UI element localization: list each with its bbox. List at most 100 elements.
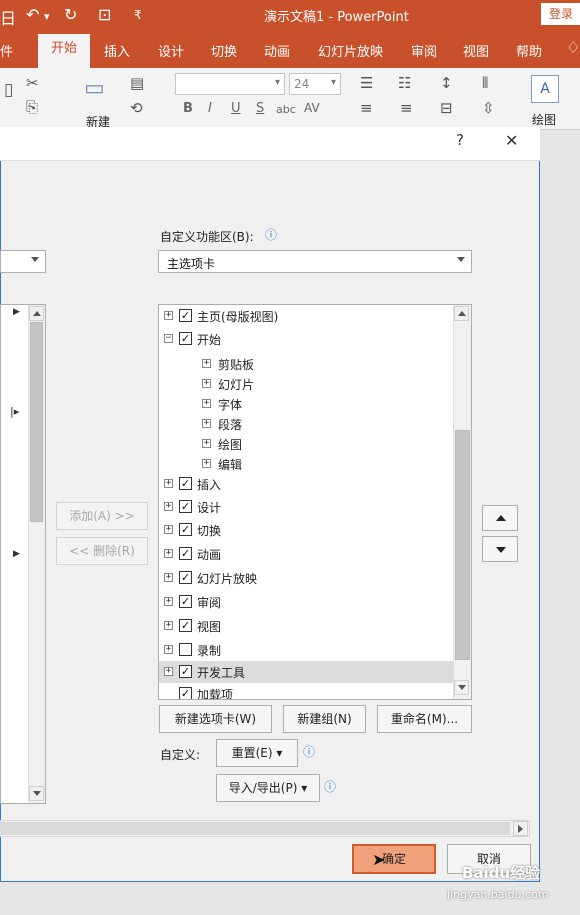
expand-icon[interactable]: + <box>202 359 211 368</box>
paste-icon[interactable]: ▯ <box>4 80 13 100</box>
tab-file[interactable]: 件 <box>0 41 13 60</box>
expand-icon[interactable]: + <box>164 597 173 606</box>
align-text-icon[interactable]: ⇳ <box>482 99 495 117</box>
reset-slide-icon[interactable]: ⟲ <box>130 99 143 117</box>
numbering-icon[interactable]: ☷ <box>398 74 411 92</box>
tree-item[interactable]: + 段落 <box>159 413 453 435</box>
char-spacing-button[interactable]: AV <box>304 101 320 115</box>
present-from-start-icon[interactable]: ⊡ <box>98 5 111 24</box>
move-down-button[interactable] <box>482 536 518 562</box>
columns-icon[interactable]: ⊟ <box>440 99 453 117</box>
add-button[interactable]: 添加(A) >> <box>56 502 148 530</box>
drawing-icon[interactable]: A <box>531 75 559 103</box>
collapse-icon[interactable]: − <box>164 334 173 343</box>
reset-info-icon[interactable]: ⓘ <box>303 743 315 760</box>
expand-icon[interactable]: + <box>164 525 173 534</box>
tab-animations[interactable]: 动画 <box>264 41 290 60</box>
underline-button[interactable]: U <box>231 101 241 116</box>
rename-button[interactable]: 重命名(M)... <box>377 705 472 733</box>
expand-icon[interactable]: + <box>164 621 173 630</box>
commands-scroll-thumb[interactable] <box>30 322 43 522</box>
tree-item[interactable]: + ✓ 主页(母版视图) <box>159 305 453 327</box>
tree-item-checkbox[interactable]: ✓ <box>179 571 192 584</box>
align-center-icon[interactable]: ≡ <box>400 99 413 117</box>
tree-item[interactable]: + ✓ 插入 <box>159 473 453 495</box>
font-name-box[interactable]: ▾ <box>175 73 285 95</box>
ok-button[interactable]: 确定 <box>352 844 436 874</box>
tab-help[interactable]: 帮助 <box>516 41 542 60</box>
tree-scroll-down-button[interactable] <box>454 680 469 695</box>
reset-button[interactable]: 重置(E) ▾ <box>216 739 298 767</box>
new-slide-icon[interactable]: ▭ <box>84 76 105 101</box>
expand-icon[interactable]: + <box>202 419 211 428</box>
tree-item-checkbox[interactable]: ✓ <box>179 619 192 632</box>
bullets-icon[interactable]: ☰ <box>360 74 373 92</box>
new-group-button[interactable]: 新建组(N) <box>283 705 366 733</box>
tree-item[interactable]: + 编辑 <box>159 453 453 475</box>
list-expand-arrow-icon[interactable]: ▶ <box>13 307 20 317</box>
tree-item[interactable]: + 幻灯片 <box>159 373 453 395</box>
tab-insert[interactable]: 插入 <box>104 41 130 60</box>
help-icon[interactable]: ? <box>456 131 464 149</box>
tree-item-checkbox[interactable]: ✓ <box>179 500 192 513</box>
login-button[interactable]: 登录 <box>541 3 580 25</box>
ribbon-tabs-dropdown[interactable]: 主选项卡 <box>158 250 472 273</box>
tree-item-checkbox[interactable]: ✓ <box>179 665 192 678</box>
tree-item[interactable]: + ✓ 设计 <box>159 496 453 518</box>
layout-icon[interactable]: ▤ <box>130 74 144 92</box>
import-export-info-icon[interactable]: ⓘ <box>324 778 336 795</box>
expand-icon[interactable]: + <box>202 379 211 388</box>
expand-icon[interactable]: + <box>202 459 211 468</box>
lightbulb-icon[interactable]: ♢ <box>566 38 580 57</box>
strikethrough-button[interactable]: abc <box>276 103 296 116</box>
expand-icon[interactable]: + <box>164 573 173 582</box>
move-up-button[interactable] <box>482 505 518 531</box>
new-tab-button[interactable]: 新建选项卡(W) <box>159 705 272 733</box>
expand-icon[interactable]: + <box>164 502 173 511</box>
expand-icon[interactable]: + <box>164 479 173 488</box>
tree-item[interactable]: + ✓ 审阅 <box>159 591 453 613</box>
scroll-right-button[interactable] <box>513 821 528 836</box>
tree-item[interactable]: + ✓ 幻灯片放映 <box>159 567 453 589</box>
tree-item-checkbox[interactable] <box>179 643 192 656</box>
tree-item[interactable]: + 剪贴板 <box>159 353 453 375</box>
copy-icon[interactable]: ⎘ <box>26 98 38 116</box>
tab-home[interactable]: 开始 <box>38 34 90 68</box>
list-submenu-arrow-icon[interactable]: ▶ <box>13 549 20 559</box>
italic-button[interactable]: I <box>208 101 212 116</box>
tab-slideshow[interactable]: 幻灯片放映 <box>318 41 383 60</box>
cut-icon[interactable]: ✂ <box>26 74 39 92</box>
commands-from-dropdown[interactable] <box>0 250 46 273</box>
tree-scroll-thumb[interactable] <box>455 430 470 660</box>
commands-scroll-down-button[interactable] <box>29 786 44 801</box>
tree-item[interactable]: + ✓ 切换 <box>159 519 453 541</box>
tree-item-checkbox[interactable]: ✓ <box>179 477 192 490</box>
remove-button[interactable]: << 删除(R) <box>56 537 148 565</box>
tab-design[interactable]: 设计 <box>158 41 184 60</box>
close-icon[interactable]: ✕ <box>505 131 518 150</box>
tree-item-checkbox[interactable]: ✓ <box>179 523 192 536</box>
line-spacing-icon[interactable]: ↕ <box>440 74 453 92</box>
font-size-box[interactable]: 24 ▾ <box>289 73 341 95</box>
undo-icon[interactable]: ↶ <box>26 5 39 24</box>
tree-item-checkbox[interactable]: ✓ <box>179 687 192 699</box>
tree-item[interactable]: + 绘图 <box>159 433 453 455</box>
expand-icon[interactable]: + <box>164 645 173 654</box>
tree-item[interactable]: ✓ 加载项 <box>159 683 453 699</box>
tree-item-checkbox[interactable]: ✓ <box>179 309 192 322</box>
horizontal-scroll-thumb[interactable] <box>0 822 510 835</box>
import-export-button[interactable]: 导入/导出(P) ▾ <box>216 774 320 802</box>
tree-item-checkbox[interactable]: ✓ <box>179 332 192 345</box>
tree-item[interactable]: + 录制 <box>159 639 453 661</box>
tab-transitions[interactable]: 切换 <box>211 41 237 60</box>
drawing-label[interactable]: 绘图 <box>532 111 556 128</box>
customize-qat-icon[interactable]: ₹ <box>134 8 142 22</box>
expand-icon[interactable]: + <box>202 399 211 408</box>
expand-icon[interactable]: + <box>202 439 211 448</box>
tree-scroll-up-button[interactable] <box>454 306 469 321</box>
align-left-icon[interactable]: ≡ <box>360 99 373 117</box>
expand-icon[interactable]: + <box>164 667 173 676</box>
tree-item[interactable]: + ✓ 视图 <box>159 615 453 637</box>
bold-button[interactable]: B <box>183 101 193 116</box>
commands-scroll-up-button[interactable] <box>29 306 44 321</box>
